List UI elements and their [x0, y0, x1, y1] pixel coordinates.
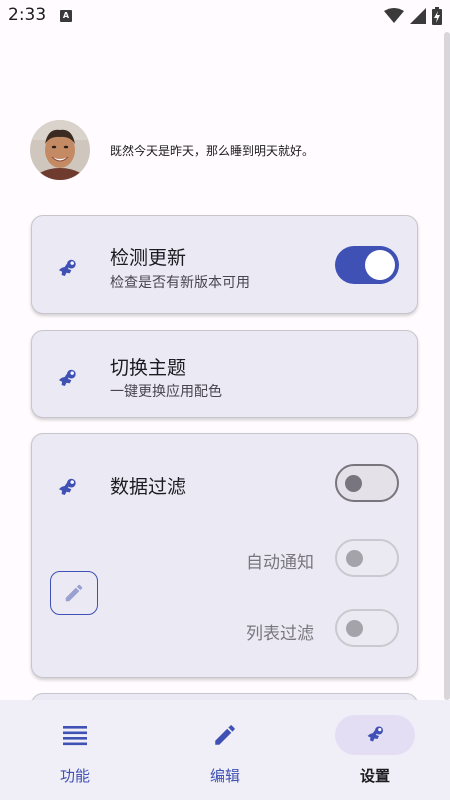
status-icons [384, 7, 442, 25]
nav-item-functions[interactable]: 功能 [0, 700, 150, 800]
profile-header: 既然今天是昨天，那么睡到明天就好。 [30, 120, 314, 180]
data-filter-title: 数据过滤 [110, 476, 187, 498]
nav-item-settings[interactable]: 设置 [300, 700, 450, 800]
battery-charging-icon [432, 7, 442, 25]
wifi-icon [384, 8, 404, 23]
pencil-icon [215, 725, 235, 745]
check-update-switch[interactable] [335, 246, 399, 284]
check-update-card[interactable]: 检测更新 检查是否有新版本可用 [31, 215, 418, 314]
list-filter-label: 列表过滤 [246, 624, 314, 644]
bottom-navigation: 功能 编辑 设置 [0, 700, 450, 800]
list-icon [63, 726, 87, 746]
status-time: 2:33 [8, 5, 47, 25]
edit-button[interactable] [50, 571, 98, 615]
switch-knob [346, 550, 363, 567]
data-filter-switch[interactable] [335, 464, 399, 502]
check-update-title: 检测更新 [110, 247, 187, 269]
list-filter-switch[interactable] [335, 609, 399, 647]
check-update-subtitle: 检查是否有新版本可用 [110, 275, 250, 291]
switch-knob [345, 474, 362, 492]
nav-label: 编辑 [209, 767, 240, 785]
notification-a-icon: A [60, 10, 72, 22]
nav-item-edit[interactable]: 编辑 [150, 700, 300, 800]
settings-tool-icon [363, 723, 387, 747]
settings-tool-icon [54, 475, 80, 501]
auto-notify-label: 自动通知 [246, 553, 314, 573]
settings-tool-icon [54, 256, 80, 282]
settings-tool-icon [54, 366, 80, 392]
nav-label: 功能 [59, 767, 90, 785]
avatar [30, 120, 90, 180]
switch-theme-subtitle: 一键更换应用配色 [110, 384, 222, 400]
pencil-icon [65, 584, 83, 602]
auto-notify-switch[interactable] [335, 539, 399, 577]
switch-knob [365, 250, 395, 280]
switch-knob [346, 620, 363, 637]
signal-icon [410, 8, 426, 24]
switch-theme-title: 切换主题 [110, 357, 187, 379]
data-filter-card: 数据过滤 自动通知 列表过滤 [31, 433, 418, 678]
nav-label: 设置 [359, 767, 390, 785]
scrollbar[interactable] [444, 32, 450, 700]
profile-motto: 既然今天是昨天，那么睡到明天就好。 [110, 143, 315, 158]
status-bar: 2:33 A [0, 0, 450, 32]
switch-theme-card[interactable]: 切换主题 一键更换应用配色 [31, 330, 418, 418]
